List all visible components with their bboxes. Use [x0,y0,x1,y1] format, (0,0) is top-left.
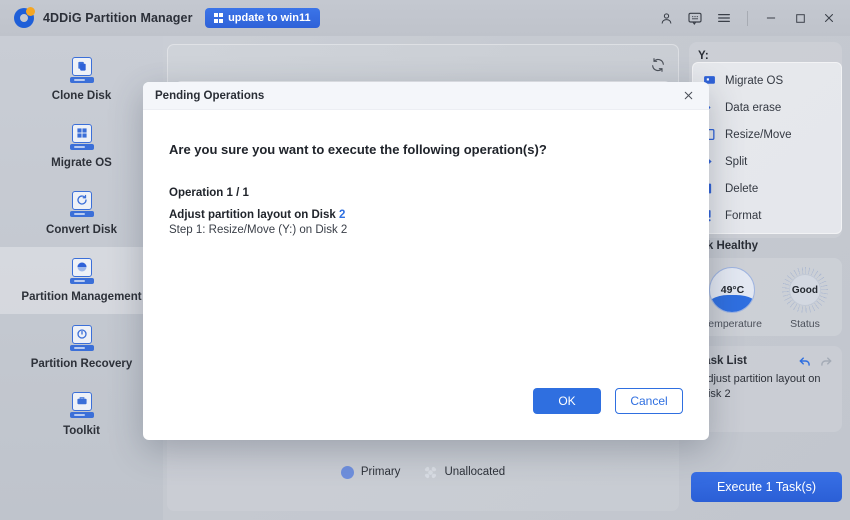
context-menu-label: Data erase [725,101,782,114]
close-icon[interactable] [816,5,842,31]
unallocated-swatch-icon [424,465,438,479]
app-window: 4DDiG Partition Manager update to win11 [0,0,850,520]
update-to-win11-button[interactable]: update to win11 [204,8,320,28]
titlebar-divider [747,10,748,26]
sidebar-label: Partition Management [21,291,142,303]
disk-health-title: Disk Healthy [689,240,759,252]
partition-recovery-icon [69,325,94,351]
disk-health-card: 49°C Temperature Good Status [689,258,842,336]
temperature-dial-icon: 49°C [709,267,756,313]
sidebar-item-clone-disk[interactable]: Clone Disk [0,46,163,113]
redo-arrow-icon[interactable] [819,354,833,368]
context-menu-item-split[interactable]: Split [693,148,841,175]
toolkit-icon [69,392,94,418]
task-list-card: Task List Adjust partition layout on Dis… [689,346,842,432]
sidebar-label: Partition Recovery [30,358,133,370]
context-menu-item-resize-move[interactable]: Resize/Move [693,121,841,148]
status-gauge: Good Status [781,267,828,330]
title-bar: 4DDiG Partition Manager update to win11 [0,0,850,36]
ok-button[interactable]: OK [533,388,601,414]
status-label: Status [790,318,820,330]
clone-disk-icon [69,57,94,83]
status-dial-icon: Good [781,267,828,313]
context-menu-item-data-erase[interactable]: Data erase [693,94,841,121]
legend-label: Primary [360,466,401,478]
task-list-actions [798,354,833,368]
4ddig-logo-icon [14,7,35,28]
minimize-icon[interactable] [758,5,784,31]
close-icon[interactable] [679,87,697,105]
partition-legend: Primary Unallocated [167,433,679,511]
sidebar-label: Convert Disk [46,224,117,236]
legend-item-primary: Primary [340,465,401,479]
undo-arrow-icon[interactable] [798,354,812,368]
context-menu-label: Delete [725,182,759,195]
partition-management-icon [69,258,94,284]
operation-title: Adjust partition layout on Disk 2 [169,209,683,221]
sidebar-item-migrate-os[interactable]: Migrate OS [0,113,163,180]
list-item[interactable]: Adjust partition layout on Disk 2 [698,368,833,406]
legend-label: Unallocated [444,466,506,478]
operation-step: Step 1: Resize/Move (Y:) on Disk 2 [169,224,348,236]
titlebar-controls [653,5,842,31]
status-value: Good [788,274,821,306]
temperature-value: 49°C [720,284,745,296]
windows-icon [213,13,224,23]
operation-title-text: Adjust partition layout on Disk [169,209,339,221]
temperature-gauge: 49°C Temperature [703,267,762,330]
sidebar-item-partition-recovery[interactable]: Partition Recovery [0,314,163,381]
operation-counter: Operation 1 / 1 [169,187,249,199]
temperature-label: Temperature [703,318,762,330]
context-menu-label: Migrate OS [725,74,784,87]
legend-item-unallocated: Unallocated [424,465,506,479]
dialog-footer: OK Cancel [533,388,683,414]
dialog-question: Are you sure you want to execute the fol… [169,142,547,157]
sidebar-label: Migrate OS [51,157,112,169]
sidebar-label: Toolkit [63,425,100,437]
cancel-button[interactable]: Cancel [615,388,683,414]
update-button-label: update to win11 [228,12,311,24]
sidebar-item-toolkit[interactable]: Toolkit [0,381,163,448]
sidebar: Clone Disk Migrate OS Convert Disk Parti… [0,36,163,520]
dialog-title: Pending Operations [155,89,265,102]
maximize-icon[interactable] [787,5,813,31]
drive-label: Y: [698,50,709,62]
dialog-body: Are you sure you want to execute the fol… [143,110,709,236]
feedback-icon[interactable] [682,5,708,31]
refresh-icon[interactable] [650,57,666,73]
context-menu-label: Resize/Move [725,128,792,141]
operation-disk-number: 2 [338,209,346,221]
hamburger-menu-icon[interactable] [711,5,737,31]
primary-swatch-icon [340,465,354,479]
partition-context-menu: Migrate OS Data erase Resize/Move Split … [692,62,842,234]
context-menu-item-migrate-os[interactable]: Migrate OS [693,67,841,94]
dialog-header: Pending Operations [143,82,709,110]
sidebar-item-partition-management[interactable]: Partition Management [0,247,163,314]
migrate-os-icon [69,124,94,150]
pending-operations-dialog: Pending Operations Are you sure you want… [143,82,709,440]
context-menu-item-format[interactable]: Format [693,202,841,229]
context-menu-item-delete[interactable]: Delete [693,175,841,202]
convert-disk-icon [69,191,94,217]
task-list-header: Task List [698,354,833,368]
sidebar-item-convert-disk[interactable]: Convert Disk [0,180,163,247]
execute-tasks-button[interactable]: Execute 1 Task(s) [691,472,842,502]
app-title: 4DDiG Partition Manager [43,11,193,25]
sidebar-label: Clone Disk [51,90,112,102]
account-icon[interactable] [653,5,679,31]
context-menu-label: Split [725,155,748,168]
context-menu-label: Format [725,209,762,222]
